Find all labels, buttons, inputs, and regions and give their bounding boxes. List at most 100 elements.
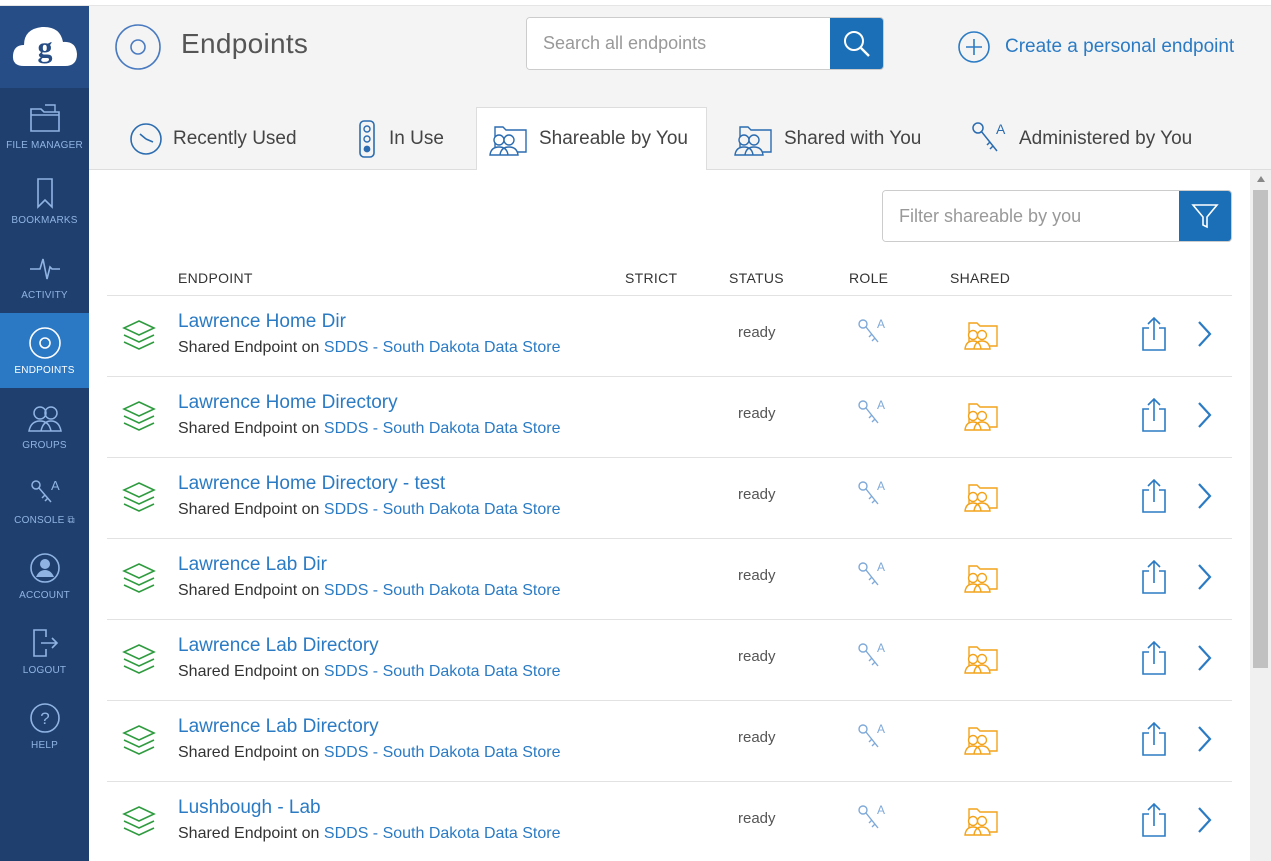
role-key-icon: A [858,722,885,748]
file-manager-icon [27,100,63,136]
host-endpoint-link[interactable]: SDDS - South Dakota Data Store [324,663,561,680]
role-key-icon: A [858,641,885,667]
filter-input[interactable] [883,191,1180,241]
create-personal-endpoint-link[interactable]: Create a personal endpoint [957,30,1234,64]
stacked-layers-icon [122,644,156,674]
share-upload-icon[interactable] [1140,478,1168,514]
endpoint-type-label: Shared Endpoint on [178,825,320,842]
globus-logo[interactable]: g [0,6,89,88]
sidebar-item-label: ACCOUNT [19,590,70,601]
chevron-right-icon[interactable] [1196,482,1212,510]
svg-text:?: ? [40,709,49,728]
endpoint-row[interactable]: Lawrence Home Dir Shared Endpoint on SDD… [107,296,1232,377]
share-upload-icon[interactable] [1140,316,1168,352]
chevron-right-icon[interactable] [1196,806,1212,834]
sidebar-item-groups[interactable]: GROUPS [0,388,89,463]
share-upload-icon[interactable] [1140,559,1168,595]
endpoint-row[interactable]: Lawrence Lab Dir Shared Endpoint on SDDS… [107,539,1232,620]
share-upload-icon[interactable] [1140,640,1168,676]
host-endpoint-link[interactable]: SDDS - South Dakota Data Store [324,744,561,761]
scrollbar[interactable] [1250,170,1271,861]
endpoint-type-label: Shared Endpoint on [178,420,320,437]
tab-recently-used[interactable]: Recently Used [129,107,297,170]
stacked-layers-icon [122,725,156,755]
stacked-layers-icon [122,806,156,836]
host-endpoint-link[interactable]: SDDS - South Dakota Data Store [324,582,561,599]
chevron-right-icon[interactable] [1196,644,1212,672]
column-header-shared[interactable]: SHARED [950,270,1010,286]
role-key-icon: A [858,803,885,829]
svg-text:A: A [51,478,60,493]
sidebar: g FILE MANAGER BOOKMARKS ACTIVITY ENDPOI… [0,6,89,861]
shared-folder-icon [964,565,998,593]
endpoint-name-link[interactable]: Lawrence Lab Directory [178,716,379,738]
svg-text:A: A [877,479,885,493]
endpoint-subtitle: Shared Endpoint on SDDS - South Dakota D… [178,420,560,438]
endpoint-name-link[interactable]: Lawrence Home Directory [178,392,398,414]
chevron-right-icon[interactable] [1196,320,1212,348]
endpoint-subtitle: Shared Endpoint on SDDS - South Dakota D… [178,339,560,357]
sidebar-item-label: ENDPOINTS [14,365,75,376]
column-header-role[interactable]: ROLE [849,270,888,286]
shared-folder-icon [964,727,998,755]
chevron-right-icon[interactable] [1196,725,1212,753]
status-text: ready [738,324,776,341]
endpoint-subtitle: Shared Endpoint on SDDS - South Dakota D… [178,582,560,600]
host-endpoint-link[interactable]: SDDS - South Dakota Data Store [324,825,561,842]
endpoint-name-link[interactable]: Lawrence Lab Dir [178,554,327,576]
sidebar-item-endpoints[interactable]: ENDPOINTS [0,313,89,388]
column-header-strict[interactable]: STRICT [625,270,677,286]
endpoint-row[interactable]: Lushbough - Lab Shared Endpoint on SDDS … [107,782,1232,861]
endpoint-row[interactable]: Lawrence Home Directory Shared Endpoint … [107,377,1232,458]
role-key-icon: A [858,560,885,586]
endpoint-name-link[interactable]: Lawrence Lab Directory [178,635,379,657]
search-button[interactable] [830,18,883,69]
endpoint-row[interactable]: Lawrence Home Directory - test Shared En… [107,458,1232,539]
tab-label: In Use [389,127,444,149]
share-upload-icon[interactable] [1140,802,1168,838]
search-input[interactable] [527,18,831,69]
svg-text:A: A [877,560,885,574]
chevron-right-icon[interactable] [1196,563,1212,591]
tab-in-use[interactable]: In Use [355,107,444,170]
filter-button[interactable] [1179,191,1231,241]
sidebar-item-label: CONSOLE ⧉ [14,515,75,526]
sidebar-item-console[interactable]: A CONSOLE ⧉ [0,463,89,538]
host-endpoint-link[interactable]: SDDS - South Dakota Data Store [324,339,561,356]
stacked-layers-icon [122,401,156,431]
tab-shareable-by-you[interactable]: Shareable by You [476,107,707,171]
endpoint-type-label: Shared Endpoint on [178,663,320,680]
endpoint-type-label: Shared Endpoint on [178,582,320,599]
tab-label: Recently Used [173,127,297,149]
sidebar-item-help[interactable]: ? HELP [0,688,89,763]
sidebar-item-logout[interactable]: LOGOUT [0,613,89,688]
sidebar-item-bookmarks[interactable]: BOOKMARKS [0,163,89,238]
sidebar-item-account[interactable]: ACCOUNT [0,538,89,613]
chevron-right-icon[interactable] [1196,401,1212,429]
endpoint-name-link[interactable]: Lushbough - Lab [178,797,321,819]
share-upload-icon[interactable] [1140,721,1168,757]
sidebar-item-label: GROUPS [22,440,67,451]
endpoint-name-link[interactable]: Lawrence Home Dir [178,311,346,333]
sidebar-item-file-manager[interactable]: FILE MANAGER [0,88,89,163]
endpoint-subtitle: Shared Endpoint on SDDS - South Dakota D… [178,663,560,681]
endpoint-name-link[interactable]: Lawrence Home Directory - test [178,473,445,495]
tab-administered-by-you[interactable]: A Administered by You [969,107,1192,170]
status-text: ready [738,567,776,584]
scroll-up-arrow[interactable] [1250,170,1271,188]
host-endpoint-link[interactable]: SDDS - South Dakota Data Store [324,501,561,518]
scroll-thumb[interactable] [1253,190,1268,668]
column-header-endpoint[interactable]: ENDPOINT [178,270,253,286]
host-endpoint-link[interactable]: SDDS - South Dakota Data Store [324,420,561,437]
share-upload-icon[interactable] [1140,397,1168,433]
status-text: ready [738,648,776,665]
tab-shared-with-you[interactable]: Shared with You [732,107,921,170]
column-header-status[interactable]: STATUS [729,270,784,286]
endpoint-row[interactable]: Lawrence Lab Directory Shared Endpoint o… [107,701,1232,782]
sidebar-item-activity[interactable]: ACTIVITY [0,238,89,313]
stacked-layers-icon [122,482,156,512]
console-icon: A [27,475,63,511]
endpoint-row[interactable]: Lawrence Lab Directory Shared Endpoint o… [107,620,1232,701]
sidebar-item-label: LOGOUT [22,665,67,676]
svg-text:A: A [877,803,885,817]
